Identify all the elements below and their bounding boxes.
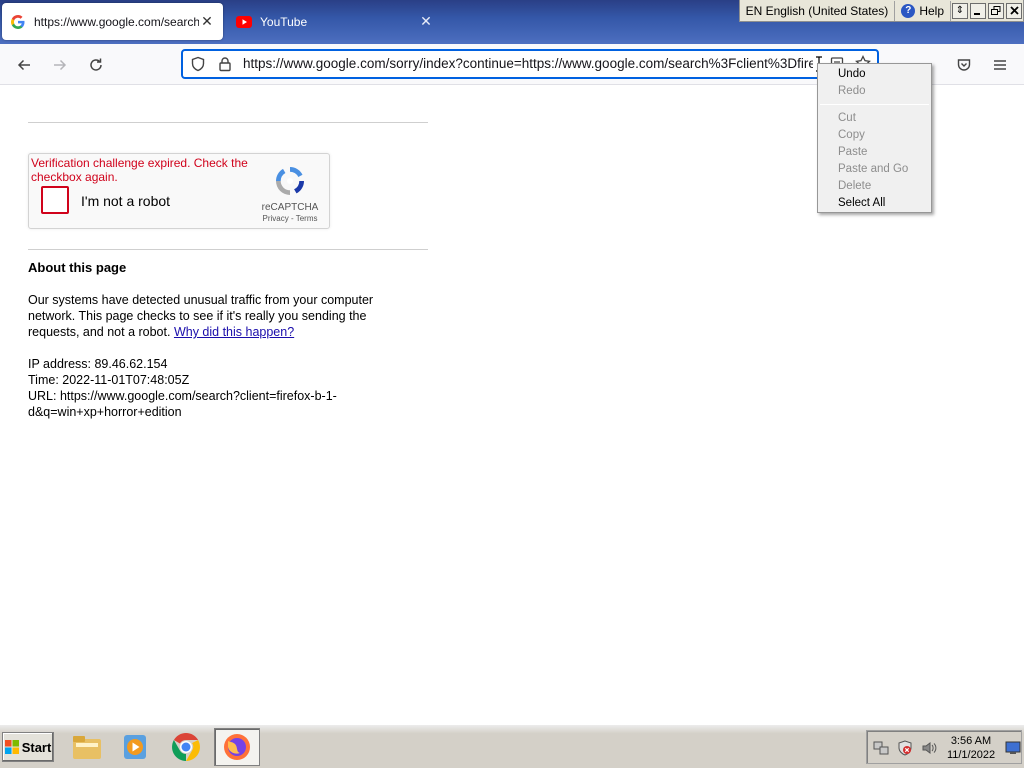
pocket-icon — [957, 59, 971, 71]
about-heading: About this page — [28, 260, 127, 275]
tab-youtube[interactable]: YouTube ✕ — [228, 3, 442, 40]
clock[interactable]: 3:56 AM 11/1/2022 — [939, 734, 1003, 762]
lock-icon[interactable] — [216, 55, 234, 73]
taskbar-file-explorer[interactable] — [66, 728, 108, 766]
start-button[interactable]: Start — [2, 732, 54, 762]
hamburger-menu-icon — [994, 60, 1006, 70]
recaptcha-privacy-terms-link[interactable]: Privacy - Terms — [257, 214, 323, 223]
menu-item-cut[interactable]: Cut — [818, 110, 931, 127]
tab-close-icon[interactable]: ✕ — [199, 13, 215, 30]
recaptcha-brand: reCAPTCHA — [261, 202, 319, 213]
menu-item-copy[interactable]: Copy — [818, 127, 931, 144]
captcha-checkbox[interactable] — [41, 186, 69, 214]
youtube-icon — [236, 14, 252, 30]
google-g-icon — [10, 14, 26, 30]
tab-title: https://www.google.com/search?client — [34, 14, 199, 29]
menu-item-redo[interactable]: Redo — [818, 83, 931, 100]
time-text: Time: 2022-11-01T07:48:05Z — [28, 373, 190, 387]
url-info-text: URL: https://www.google.com/search?clien… — [28, 389, 337, 419]
minimize-icon[interactable] — [970, 2, 986, 19]
recaptcha-widget: Verification challenge expired. Check th… — [28, 153, 330, 229]
tab-title: YouTube — [260, 14, 308, 29]
divider — [28, 122, 428, 123]
divider — [28, 249, 428, 250]
menu-item-select-all[interactable]: Select All — [818, 195, 931, 212]
media-player-icon — [124, 735, 146, 759]
url-text[interactable]: https://www.google.com/sorry/index?conti… — [243, 56, 813, 71]
language-selector[interactable]: EN English (United States) — [740, 0, 896, 21]
back-button[interactable] — [11, 52, 37, 78]
why-link[interactable]: Why did this happen? — [174, 325, 294, 339]
taskbar: Start 3:56 AM 11/1/2022 — [0, 724, 1024, 768]
recaptcha-logo-icon — [276, 167, 304, 195]
app-menu-button[interactable] — [987, 52, 1013, 78]
help-icon: ? — [901, 3, 916, 18]
clock-date: 11/1/2022 — [946, 749, 996, 761]
captcha-label: I'm not a robot — [81, 193, 171, 209]
volume-icon[interactable] — [921, 740, 937, 756]
close-icon[interactable] — [1006, 2, 1022, 19]
menu-separator — [820, 104, 929, 105]
show-desktop-icon[interactable] — [1005, 740, 1021, 756]
pocket-button[interactable] — [951, 52, 977, 78]
language-bar: EN English (United States) ? Help ⇕ — [738, 0, 1024, 22]
clock-time: 3:56 AM — [950, 735, 992, 747]
windows-logo-icon — [4, 740, 19, 754]
menu-item-paste-and-go[interactable]: Paste and Go — [818, 161, 931, 178]
help-label: Help — [919, 3, 944, 18]
taskbar-chrome[interactable] — [165, 728, 207, 766]
help-button[interactable]: ? Help — [895, 0, 951, 21]
tab-close-icon[interactable]: ✕ — [418, 13, 434, 30]
start-label: Start — [21, 739, 52, 755]
ip-address-text: IP address: 89.46.62.154 — [28, 357, 168, 371]
menu-item-paste[interactable]: Paste — [818, 144, 931, 161]
security-alert-icon[interactable] — [897, 740, 913, 756]
forward-arrow-icon — [54, 59, 67, 71]
menu-item-delete[interactable]: Delete — [818, 178, 931, 195]
system-tray: 3:56 AM 11/1/2022 — [866, 730, 1022, 764]
restore-icon[interactable] — [988, 2, 1004, 19]
forward-button[interactable] — [47, 52, 73, 78]
reload-icon — [90, 58, 102, 71]
menu-item-undo[interactable]: Undo — [818, 66, 931, 83]
back-arrow-icon — [17, 59, 30, 71]
tab-google[interactable]: https://www.google.com/search?client ✕ — [2, 3, 223, 40]
network-icon[interactable] — [873, 740, 889, 756]
language-bar-options-icon[interactable]: ⇕ — [952, 2, 968, 19]
captcha-error-message: Verification challenge expired. Check th… — [31, 156, 248, 184]
context-menu: Undo Redo Cut Copy Paste Paste and Go De… — [817, 63, 932, 213]
taskbar-media-player[interactable] — [114, 728, 156, 766]
file-explorer-icon — [73, 736, 101, 759]
firefox-icon — [224, 734, 250, 760]
about-paragraph: Our systems have detected unusual traffi… — [28, 292, 408, 340]
address-bar[interactable]: https://www.google.com/sorry/index?conti… — [181, 49, 879, 79]
chrome-icon — [172, 733, 200, 761]
tracking-shield-icon[interactable] — [189, 55, 207, 73]
reload-button[interactable] — [83, 52, 109, 78]
taskbar-firefox[interactable] — [214, 728, 260, 766]
